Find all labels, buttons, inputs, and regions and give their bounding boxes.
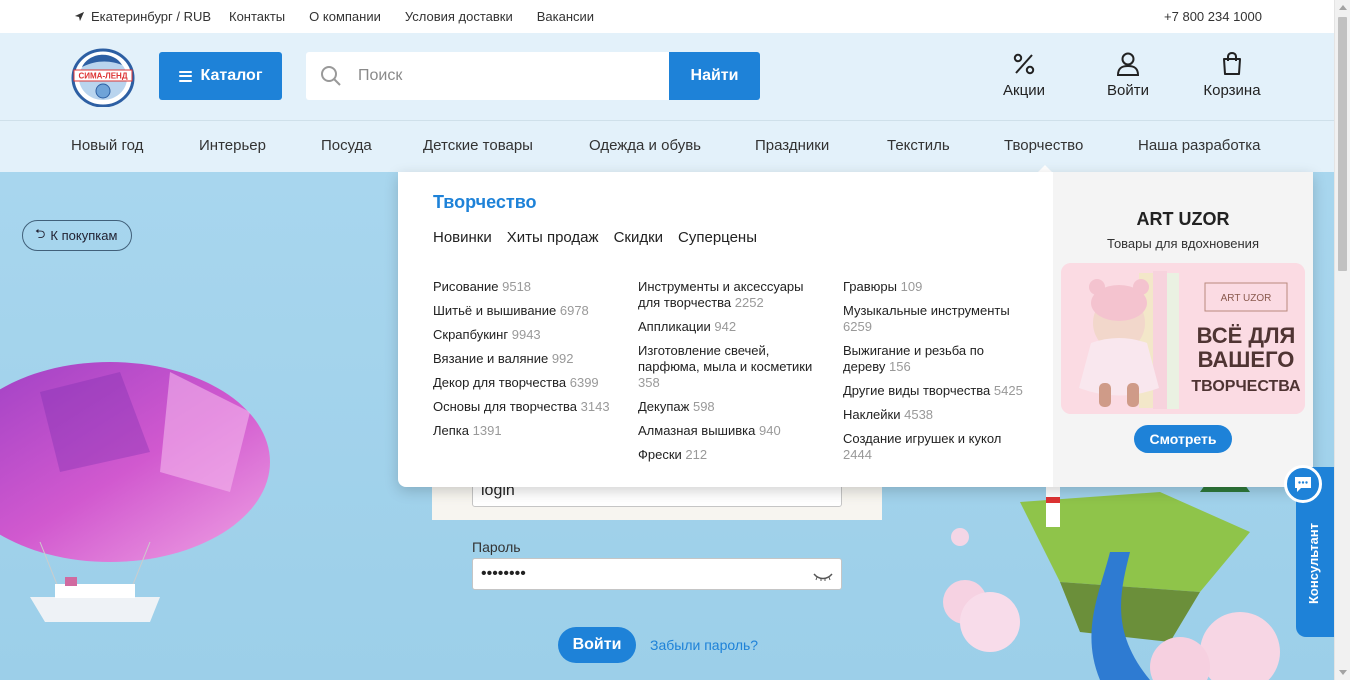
top-link-about[interactable]: О компании	[309, 9, 381, 24]
promo-view-button[interactable]: Смотреть	[1134, 425, 1232, 453]
logo-text: СИМА-ЛЕНД	[78, 72, 127, 81]
search-icon	[321, 66, 341, 86]
catalog-button-label: Каталог	[200, 67, 263, 84]
creativity-dropdown: Творчество Новинки Хиты продаж Скидки Су…	[398, 172, 1313, 487]
subcategory-item[interactable]: Алмазная вышивка 940	[638, 423, 823, 439]
logo-icon: СИМА-ЛЕНД	[71, 48, 135, 108]
category-holidays[interactable]: Праздники	[755, 137, 829, 154]
location-arrow-icon	[74, 11, 85, 22]
back-arrow-icon: ⮌	[35, 225, 46, 241]
subcategory-item[interactable]: Вязание и валяние 992	[433, 351, 618, 367]
subcategory-item[interactable]: Наклейки 4538	[843, 407, 1028, 423]
quick-link-new[interactable]: Новинки	[433, 229, 492, 246]
quick-link-superprices[interactable]: Суперцены	[678, 229, 757, 246]
subcategory-item[interactable]: Выжигание и резьба по дереву 156	[843, 343, 1028, 375]
category-clothes[interactable]: Одежда и обувь	[589, 137, 701, 154]
category-nav: Новый год Интерьер Посуда Детские товары…	[0, 120, 1334, 173]
promo-banner[interactable]: ART UZOR ВСЁ ДЛЯ ВАШЕГО ТВОРЧЕСТВА	[1061, 263, 1305, 414]
subcategory-item[interactable]: Фрески 212	[638, 447, 823, 463]
category-textile[interactable]: Текстиль	[887, 137, 950, 154]
dropdown-column-1: Рисование 9518 Шитьё и вышивание 6978 Ск…	[433, 279, 618, 447]
category-dishes[interactable]: Посуда	[321, 137, 372, 154]
subcategory-item[interactable]: Декор для творчества 6399	[433, 375, 618, 391]
promo-slogan-line-2: ВАШЕГО	[1198, 347, 1295, 372]
promo-illustration: ART UZOR ВСЁ ДЛЯ ВАШЕГО ТВОРЧЕСТВА	[1061, 263, 1305, 414]
bag-icon	[1223, 51, 1241, 75]
subcategory-item[interactable]: Скрапбукинг 9943	[433, 327, 618, 343]
login-submit-button[interactable]: Войти	[558, 627, 636, 663]
subcategory-item[interactable]: Изготовление свечей, парфюма, мыла и кос…	[638, 343, 823, 391]
hidden-eye-icon[interactable]	[812, 572, 834, 582]
login-link[interactable]: Войти	[1088, 51, 1168, 99]
back-to-shopping-label: К покупкам	[50, 228, 118, 243]
dropdown-column-2: Инструменты и аксессуары для творчества …	[638, 279, 823, 471]
search-button[interactable]: Найти	[669, 52, 760, 100]
search-input[interactable]	[358, 67, 648, 85]
subcategory-item[interactable]: Аппликации 942	[638, 319, 823, 335]
menu-icon	[178, 70, 192, 82]
phone-number[interactable]: +7 800 234 1000	[1164, 9, 1262, 24]
login-label: Войти	[1107, 82, 1149, 99]
top-links: Контакты О компании Условия доставки Вак…	[229, 9, 594, 24]
back-to-shopping-button[interactable]: ⮌ К покупкам	[22, 220, 133, 251]
top-link-delivery[interactable]: Условия доставки	[405, 9, 513, 24]
scroll-down-arrow-icon[interactable]	[1339, 670, 1347, 675]
catalog-button[interactable]: Каталог	[159, 52, 282, 100]
search-box	[306, 52, 670, 100]
promo-panel: ART UZOR Товары для вдохновения ART UZOR…	[1053, 172, 1313, 487]
user-icon	[1116, 52, 1140, 76]
site-logo[interactable]: СИМА-ЛЕНД	[70, 45, 136, 108]
chat-icon	[1295, 477, 1311, 492]
top-link-contacts[interactable]: Контакты	[229, 9, 285, 24]
promo-slogan-line-1: ВСЁ ДЛЯ	[1197, 323, 1296, 348]
dropdown-column-3: Гравюры 109 Музыкальные инструменты 6259…	[843, 279, 1028, 471]
promotions-label: Акции	[1003, 82, 1045, 99]
category-creativity[interactable]: Творчество	[1004, 137, 1083, 154]
quick-link-hits[interactable]: Хиты продаж	[507, 229, 599, 246]
subcategory-item[interactable]: Гравюры 109	[843, 279, 1028, 295]
consultant-chat-button[interactable]	[1284, 465, 1322, 503]
top-link-vacancies[interactable]: Вакансии	[537, 9, 594, 24]
subcategory-item[interactable]: Инструменты и аксессуары для творчества …	[638, 279, 823, 311]
forgot-password-link[interactable]: Забыли пароль?	[650, 637, 758, 653]
subcategory-item[interactable]: Другие виды творчества 5425	[843, 383, 1028, 399]
password-label: Пароль	[472, 539, 521, 555]
consultant-label: Консультант	[1306, 523, 1321, 604]
subcategory-item[interactable]: Рисование 9518	[433, 279, 618, 295]
dropdown-quick-links: Новинки Хиты продаж Скидки Суперцены	[433, 229, 757, 246]
page-scrollbar[interactable]	[1334, 0, 1350, 680]
promotions-link[interactable]: Акции	[984, 51, 1064, 99]
subcategory-item[interactable]: Музыкальные инструменты 6259	[843, 303, 1028, 335]
quick-link-discounts[interactable]: Скидки	[614, 229, 663, 246]
subcategory-item[interactable]: Основы для творчества 3143	[433, 399, 618, 415]
dropdown-title[interactable]: Творчество	[433, 192, 537, 213]
location-selector[interactable]: Екатеринбург / RUB	[74, 9, 211, 24]
category-kids[interactable]: Детские товары	[423, 137, 533, 154]
cart-link[interactable]: Корзина	[1192, 51, 1272, 99]
password-field[interactable]	[472, 558, 842, 590]
promo-title: ART UZOR	[1136, 209, 1230, 229]
header: СИМА-ЛЕНД Каталог Найти Акции Войти Корз…	[0, 33, 1334, 120]
percent-icon	[1013, 53, 1035, 75]
subcategory-item[interactable]: Лепка 1391	[433, 423, 618, 439]
top-bar: Екатеринбург / RUB Контакты О компании У…	[0, 0, 1334, 33]
promo-subtitle: Товары для вдохновения	[1107, 236, 1259, 251]
subcategory-item[interactable]: Декупаж 598	[638, 399, 823, 415]
category-new-year[interactable]: Новый год	[71, 137, 143, 154]
promo-badge-text: ART UZOR	[1221, 293, 1272, 304]
subcategory-item[interactable]: Шитьё и вышивание 6978	[433, 303, 618, 319]
promo-slogan-line-3: ТВОРЧЕСТВА	[1191, 378, 1301, 395]
category-own-brand[interactable]: Наша разработка	[1138, 137, 1261, 154]
subcategory-item[interactable]: Создание игрушек и кукол 2444	[843, 431, 1028, 463]
scrollbar-thumb[interactable]	[1338, 17, 1347, 271]
cart-label: Корзина	[1203, 82, 1261, 99]
scroll-up-arrow-icon[interactable]	[1339, 5, 1347, 10]
category-interior[interactable]: Интерьер	[199, 137, 266, 154]
location-label[interactable]: Екатеринбург / RUB	[91, 9, 211, 24]
